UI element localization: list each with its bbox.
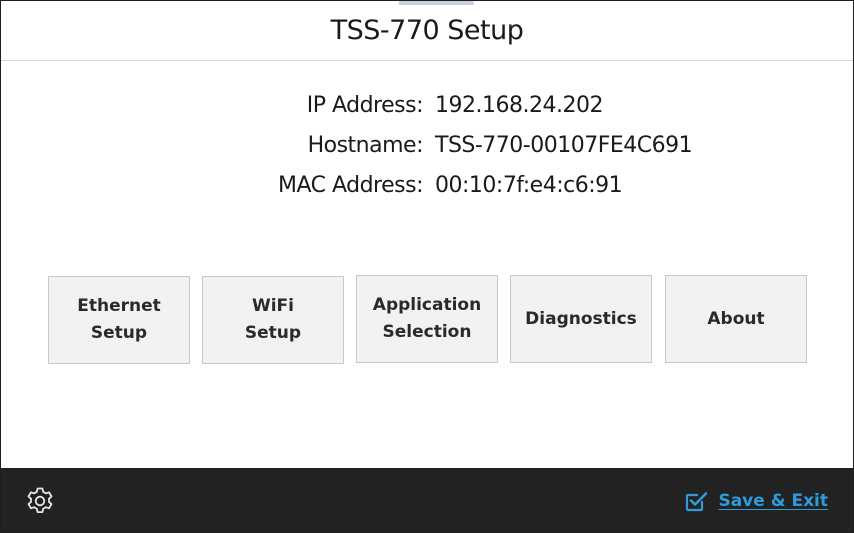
hostname-value: TSS-770-00107FE4C691: [435, 132, 693, 158]
footer-bar: Save & Exit: [1, 468, 853, 532]
mac-address-value: 00:10:7f:e4:c6:91: [435, 172, 623, 198]
setup-screen: TSS-770 Setup IP Address: 192.168.24.202…: [0, 0, 854, 533]
mac-address-label: MAC Address:: [277, 172, 424, 198]
diagnostics-button[interactable]: Diagnostics: [510, 275, 652, 363]
wifi-setup-button[interactable]: WiFi Setup: [202, 276, 344, 364]
application-selection-button[interactable]: Application Selection: [356, 275, 498, 363]
info-row-ip: IP Address: 192.168.24.202: [1, 87, 853, 123]
page-title: TSS-770 Setup: [330, 15, 524, 46]
setup-buttons: Ethernet Setup WiFi Setup Application Se…: [48, 275, 810, 367]
info-row-mac: MAC Address: 00:10:7f:e4:c6:91: [1, 167, 853, 203]
about-button[interactable]: About: [665, 275, 807, 363]
checkbox-checked-icon: [683, 488, 709, 514]
ethernet-setup-button[interactable]: Ethernet Setup: [48, 276, 190, 364]
save-exit-label: Save & Exit: [718, 491, 828, 511]
ip-address-label: IP Address:: [306, 92, 424, 118]
hostname-label: Hostname:: [307, 132, 424, 158]
gear-icon[interactable]: [24, 485, 56, 517]
info-row-hostname: Hostname: TSS-770-00107FE4C691: [1, 127, 853, 163]
save-exit-button[interactable]: Save & Exit: [683, 487, 828, 515]
ip-address-value: 192.168.24.202: [435, 92, 603, 118]
header: TSS-770 Setup: [1, 1, 853, 61]
